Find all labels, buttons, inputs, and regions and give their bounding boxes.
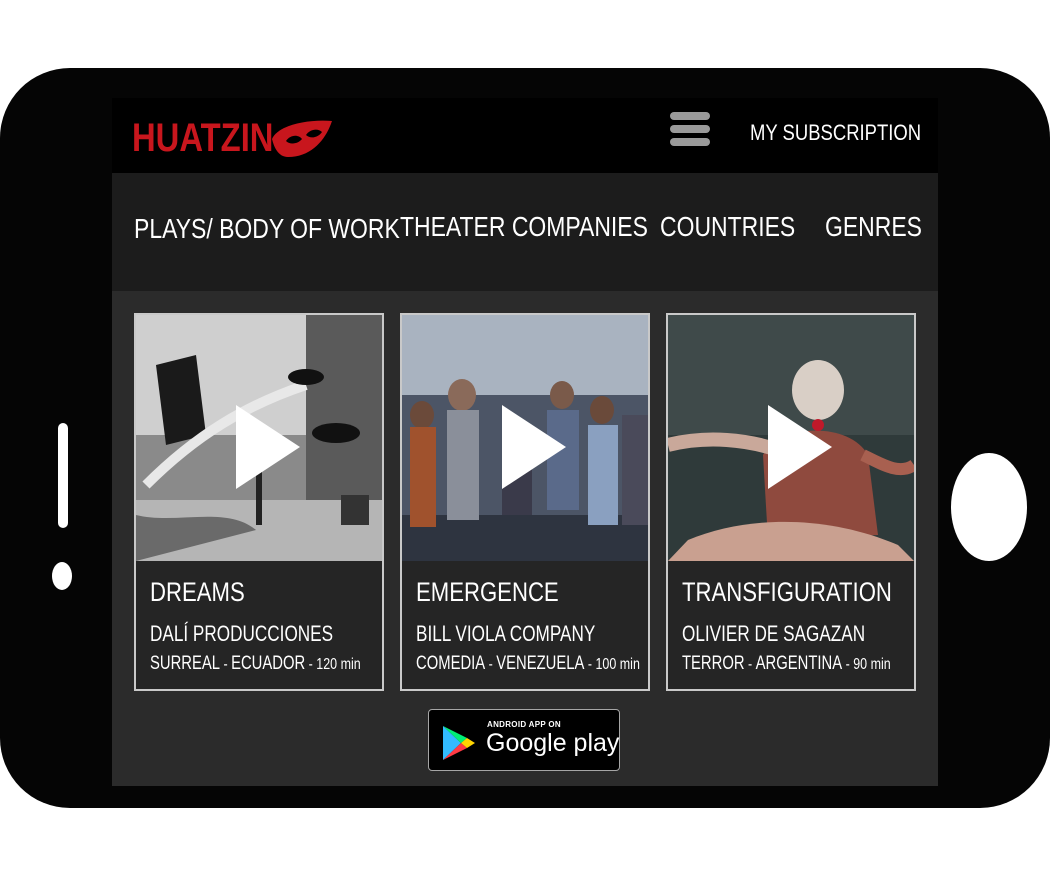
meta-separator: - — [744, 656, 756, 673]
play-genre: TERROR — [682, 653, 745, 674]
brand-name: HUATZIN — [132, 116, 274, 160]
meta-separator: - — [305, 656, 317, 673]
my-subscription-link[interactable]: MY SUBSCRIPTION — [750, 120, 921, 146]
phone-home-button[interactable] — [951, 453, 1027, 561]
play-card-emergence[interactable]: EMERGENCE BILL VIOLA COMPANY COMEDIA - V… — [400, 313, 650, 691]
meta-separator: - — [220, 656, 232, 673]
google-play-badge[interactable]: ANDROID APP ON Google play — [428, 709, 620, 771]
play-meta: COMEDIA - VENEZUELA - 100 min — [416, 653, 640, 675]
play-thumbnail — [136, 315, 382, 561]
play-icon[interactable] — [236, 405, 300, 489]
top-bar: HUATZIN MY SUBSCRIPTION — [112, 98, 938, 173]
phone-camera — [52, 562, 72, 590]
play-duration: 120 min — [316, 656, 361, 673]
play-genre: SURREAL — [150, 653, 221, 674]
nav-countries[interactable]: COUNTRIES — [660, 211, 795, 243]
play-company: OLIVIER DE SAGAZAN — [682, 621, 866, 646]
meta-separator: - — [842, 656, 854, 673]
brand-logo[interactable]: HUATZIN — [132, 116, 334, 161]
phone-speaker — [58, 423, 68, 528]
play-title: EMERGENCE — [416, 577, 559, 607]
play-duration: 90 min — [853, 656, 891, 673]
play-company: DALÍ PRODUCCIONES — [150, 621, 334, 646]
play-card-dreams[interactable]: DREAMS DALÍ PRODUCCIONES SURREAL - ECUAD… — [134, 313, 384, 691]
nav-theater-companies[interactable]: THEATER COMPANIES — [400, 211, 648, 243]
play-country: VENEZUELA — [496, 653, 585, 674]
category-nav: PLAYS/ BODY OF WORK THEATER COMPANIES CO… — [112, 173, 938, 291]
play-country: ECUADOR — [231, 653, 306, 674]
play-icon[interactable] — [502, 405, 566, 489]
play-duration: 100 min — [595, 656, 640, 673]
hamburger-menu-icon[interactable] — [670, 112, 714, 152]
play-icon[interactable] — [768, 405, 832, 489]
nav-genres[interactable]: GENRES — [825, 211, 922, 243]
play-meta: TERROR - ARGENTINA - 90 min — [682, 653, 891, 675]
play-genre: COMEDIA — [416, 653, 486, 674]
play-country: ARGENTINA — [755, 653, 843, 674]
play-company: BILL VIOLA COMPANY — [416, 621, 596, 646]
play-meta: SURREAL - ECUADOR - 120 min — [150, 653, 361, 675]
play-thumbnail — [668, 315, 914, 561]
google-play-label: Google play — [486, 729, 620, 757]
play-thumbnail — [402, 315, 648, 561]
app-screen: HUATZIN MY SUBSCRIPTION PLAYS/ BODY OF W… — [112, 98, 938, 786]
play-title: DREAMS — [150, 577, 245, 607]
google-play-logo-icon — [443, 726, 475, 760]
google-play-small-label: ANDROID APP ON — [487, 720, 561, 729]
play-card-transfiguration[interactable]: TRANSFIGURATION OLIVIER DE SAGAZAN TERRO… — [666, 313, 916, 691]
meta-separator: - — [485, 656, 497, 673]
meta-separator: - — [584, 656, 596, 673]
play-title: TRANSFIGURATION — [682, 577, 892, 607]
mask-icon — [272, 120, 332, 157]
nav-plays[interactable]: PLAYS/ BODY OF WORK — [134, 213, 400, 245]
